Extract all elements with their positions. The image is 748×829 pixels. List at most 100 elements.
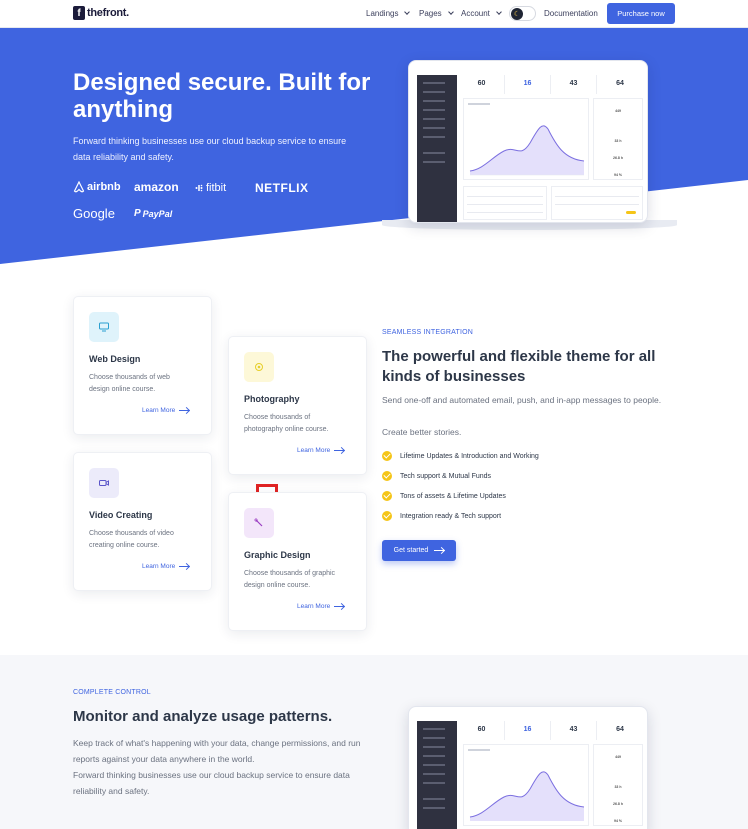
stat-value: 43 xyxy=(569,80,578,87)
stat-box: 60 xyxy=(459,721,505,740)
card-video-creating: Video Creating Choose thousands of video… xyxy=(73,452,212,591)
arrow-right-icon xyxy=(434,550,445,551)
purchase-button[interactable]: Purchase now xyxy=(607,3,675,24)
checklist-label: Lifetime Updates & Introduction and Work… xyxy=(400,452,539,460)
learn-more-link[interactable]: Learn More xyxy=(297,603,345,610)
integration-eyebrow: SEAMLESS INTEGRATION xyxy=(382,329,473,336)
checklist-label: Tons of assets & Lifetime Updates xyxy=(400,492,506,500)
card-title: Graphic Design xyxy=(244,550,311,560)
stat-value: 60 xyxy=(477,726,486,733)
side-stats-panel: 449 33 h 26.8 h 94 % xyxy=(593,744,643,826)
stat-value: 64 xyxy=(616,80,624,87)
get-started-label: Get started xyxy=(393,547,429,554)
hero-title: Designed secure. Built for anything xyxy=(73,69,371,123)
stat-box: 16 xyxy=(505,75,551,94)
stat-box: 64 xyxy=(597,75,643,94)
integration-title: The powerful and flexible theme for all … xyxy=(382,348,656,385)
netflix-logo: NETFLIX xyxy=(255,181,309,195)
arrow-right-icon xyxy=(179,410,190,411)
chevron-down-icon xyxy=(447,9,454,15)
check-icon xyxy=(382,471,392,481)
google-logo-text: Google xyxy=(73,206,115,221)
side-stat-value: 33 h xyxy=(614,139,622,143)
learn-more-label: Learn More xyxy=(297,447,331,454)
chevron-down-icon xyxy=(404,9,411,15)
control-title: Monitor and analyze usage patterns. xyxy=(73,708,333,725)
checklist-item: Lifetime Updates & Introduction and Work… xyxy=(382,451,539,461)
integration-text-2: Create better stories. xyxy=(382,427,462,437)
side-stat-value: 94 % xyxy=(614,173,622,177)
card-title: Video Creating xyxy=(89,510,153,520)
logo-mark: f xyxy=(73,6,85,20)
tasks-panel xyxy=(551,186,643,220)
camera-icon xyxy=(244,352,274,382)
fitbit-logo: fitbit xyxy=(195,182,226,194)
side-stat-value: 33 h xyxy=(614,785,622,789)
control-eyebrow: COMPLETE CONTROL xyxy=(73,689,151,696)
nav-landings[interactable]: Landings xyxy=(366,9,411,18)
card-text: Choose thousands of video creating onlin… xyxy=(89,530,174,549)
check-icon xyxy=(382,451,392,461)
amazon-logo: amazon xyxy=(134,180,179,194)
theme-toggle[interactable]: ☾ xyxy=(509,6,536,21)
card-title: Photography xyxy=(244,394,300,404)
side-stat-value: 26.8 h xyxy=(613,156,623,160)
check-icon xyxy=(382,491,392,501)
highlight-marker xyxy=(256,484,278,492)
side-stat-value: 94 % xyxy=(614,819,622,823)
learn-more-link[interactable]: Learn More xyxy=(142,407,190,414)
documentation-link[interactable]: Documentation xyxy=(544,9,598,18)
control-text: Keep track of what's happening with your… xyxy=(73,738,361,764)
dashboard-sidebar xyxy=(417,721,457,829)
chart-panel xyxy=(463,98,589,180)
logo[interactable]: f thefront. xyxy=(73,6,129,20)
netflix-logo-text: NETFLIX xyxy=(255,181,309,195)
area-chart-graphic xyxy=(468,749,585,821)
card-title: Web Design xyxy=(89,354,141,364)
learn-more-label: Learn More xyxy=(142,563,176,570)
google-logo: Google xyxy=(73,206,115,221)
nav-account[interactable]: Account xyxy=(461,9,502,18)
arrow-right-icon xyxy=(334,606,345,607)
hero-subtitle: Forward thinking businesses use our clou… xyxy=(73,136,347,162)
dashboard-screenshot: 60 16 43 64 449 33 h 26.8 h 94 % xyxy=(408,60,648,223)
arrow-right-icon xyxy=(179,566,190,567)
top-navbar: f thefront. Landings Pages Account ☾ Doc… xyxy=(0,0,748,28)
stat-value: 64 xyxy=(616,726,624,733)
card-graphic-design: Graphic Design Choose thousands of graph… xyxy=(228,492,367,631)
check-icon xyxy=(382,511,392,521)
stat-box: 43 xyxy=(551,75,597,94)
get-started-button[interactable]: Get started xyxy=(382,540,456,561)
stat-value: 43 xyxy=(569,726,578,733)
checklist-item: Integration ready & Tech support xyxy=(382,511,501,521)
side-stat-value: 449 xyxy=(615,109,621,113)
video-icon xyxy=(89,468,119,498)
stat-value: 60 xyxy=(477,80,486,87)
nav-account-label: Account xyxy=(461,9,490,18)
stat-box: 60 xyxy=(459,75,505,94)
learn-more-link[interactable]: Learn More xyxy=(142,563,190,570)
learn-more-label: Learn More xyxy=(142,407,176,414)
logo-text: thefront. xyxy=(87,7,129,19)
dashboard-screenshot-2: 60 16 43 64 449 33 h 26.8 h 94 % xyxy=(408,706,648,829)
magic-wand-icon xyxy=(244,508,274,538)
chevron-down-icon xyxy=(496,9,502,15)
card-photography: Photography Choose thousands of photogra… xyxy=(228,336,367,475)
paypal-logo-text: PayPal xyxy=(142,208,173,219)
checklist-label: Integration ready & Tech support xyxy=(400,512,502,520)
learn-more-label: Learn More xyxy=(297,603,331,610)
learn-more-link[interactable]: Learn More xyxy=(297,447,345,454)
side-stat-value: 449 xyxy=(615,755,621,759)
side-stats-panel: 449 33 h 26.8 h 94 % xyxy=(593,98,643,180)
table-panel xyxy=(463,186,547,220)
paypal-logo: P PayPal xyxy=(134,208,173,219)
fitbit-logo-text: fitbit xyxy=(206,182,227,194)
stat-box: 16 xyxy=(505,721,551,740)
dashboard-sidebar xyxy=(417,75,457,222)
stat-box: 64 xyxy=(597,721,643,740)
control-text-2: Forward thinking businesses use our clou… xyxy=(73,770,350,796)
stat-box: 43 xyxy=(551,721,597,740)
nav-pages[interactable]: Pages xyxy=(419,9,454,18)
stat-value: 16 xyxy=(523,80,532,87)
checklist-item: Tons of assets & Lifetime Updates xyxy=(382,491,506,501)
